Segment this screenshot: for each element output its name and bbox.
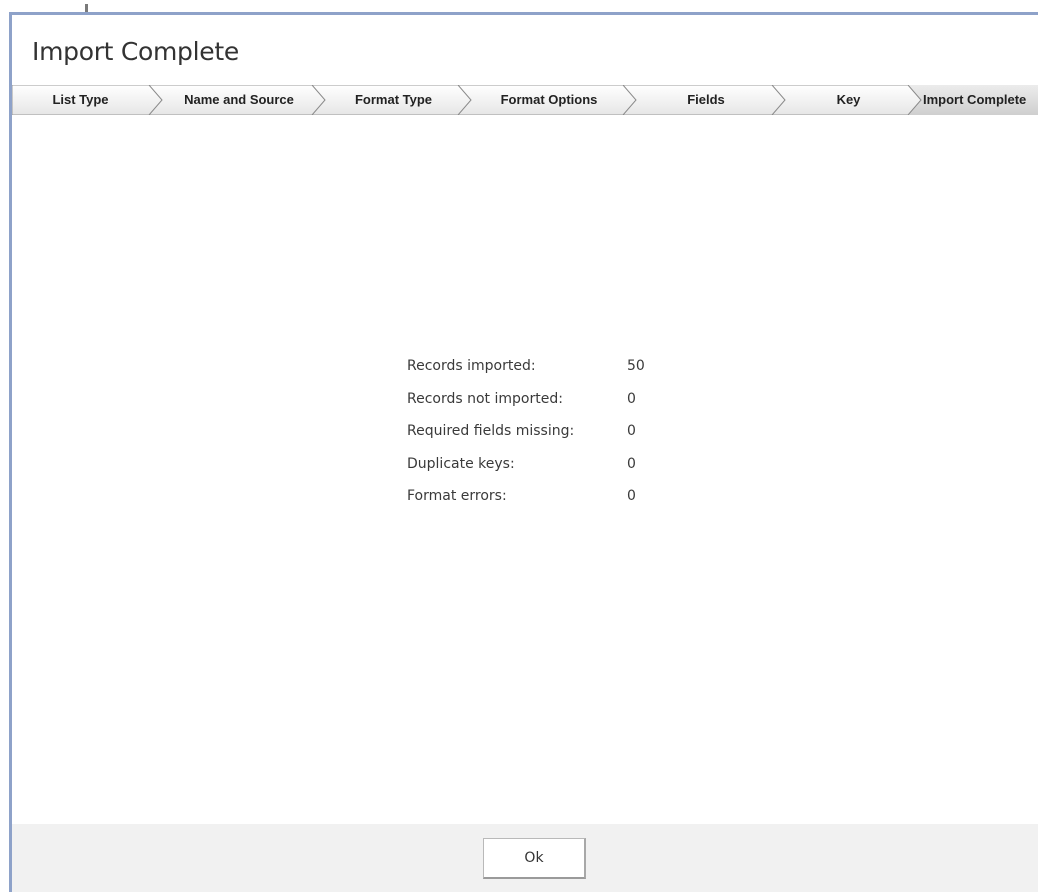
- ok-button[interactable]: Ok: [483, 838, 586, 879]
- summary-label: Format errors:: [407, 488, 507, 504]
- dialog-top-border: [9, 12, 1038, 15]
- wizard-step-import-complete: Import Complete: [923, 92, 1027, 107]
- wizard-step-fields: Fields: [687, 92, 725, 107]
- summary-value: 0: [627, 423, 636, 439]
- wizard-step-key: Key: [836, 92, 861, 107]
- summary-label: Duplicate keys:: [407, 455, 515, 472]
- summary-value: 0: [627, 390, 636, 407]
- wizard-step-format-type: Format Type: [354, 92, 433, 107]
- import-dialog: Import Complete List Type Name and Source…: [0, 0, 1038, 892]
- summary-label: Records not imported:: [407, 390, 563, 407]
- summary-label: Records imported:: [407, 358, 536, 374]
- wizard-steps-bar: List Type Name and Source Format Type Forma…: [12, 85, 1038, 115]
- wizard-step-list-type: List Type: [52, 92, 109, 107]
- summary-value: 0: [627, 455, 636, 472]
- summary-value: 0: [627, 488, 636, 504]
- summary-label: Required fields missing:: [407, 423, 575, 439]
- dialog-title: Import Complete: [32, 37, 239, 66]
- summary-value: 50: [627, 358, 645, 374]
- wizard-step-name-and-source: Name and Source: [184, 92, 294, 107]
- wizard-step-format-options: Format Options: [500, 92, 598, 107]
- dialog-left-border: [9, 12, 12, 892]
